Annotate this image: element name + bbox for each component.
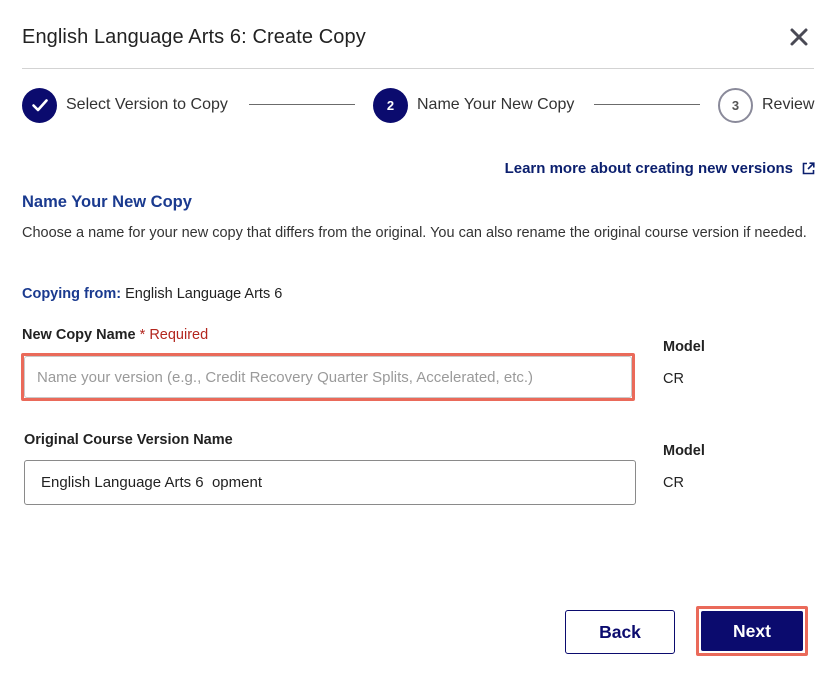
step-connector-1: [249, 104, 355, 105]
modal-header: English Language Arts 6: Create Copy: [22, 24, 814, 54]
modal-title: English Language Arts 6: Create Copy: [22, 26, 366, 48]
close-icon: [790, 28, 808, 46]
next-button-highlight: Next: [696, 606, 808, 656]
back-button[interactable]: Back: [565, 610, 675, 654]
original-version-name-label: Original Course Version Name: [24, 432, 233, 448]
step-3-label: Review: [762, 96, 815, 113]
copying-from-value: English Language Arts 6: [125, 286, 283, 302]
learn-more-link[interactable]: Learn more about creating new versions: [505, 160, 815, 177]
new-copy-model-value: CR: [663, 371, 684, 387]
new-copy-name-input[interactable]: [24, 356, 632, 398]
step-3-indicator: 3: [718, 87, 753, 123]
stepper: Select Version to Copy 2 Name Your New C…: [22, 87, 814, 123]
new-copy-name-label-text: New Copy Name: [22, 327, 136, 343]
new-copy-name-label: New Copy Name * Required: [22, 327, 208, 343]
header-divider: [22, 68, 814, 69]
next-button[interactable]: Next: [701, 611, 803, 651]
step-1-indicator: [22, 87, 57, 123]
section-title: Name Your New Copy: [22, 193, 192, 211]
check-icon: [31, 99, 48, 112]
step-select-version: Select Version to Copy: [22, 87, 228, 123]
original-version-name-wrap: [24, 460, 636, 505]
step-name-copy: 2 Name Your New Copy: [373, 87, 574, 123]
step-review: 3 Review: [718, 87, 814, 123]
original-version-name-input[interactable]: [24, 460, 636, 505]
new-copy-model-label: Model: [663, 339, 705, 355]
copying-from-label: Copying from:: [22, 286, 122, 302]
required-indicator: * Required: [139, 327, 209, 343]
step-1-label: Select Version to Copy: [66, 96, 228, 113]
section-description: Choose a name for your new copy that dif…: [22, 225, 807, 241]
copying-from: Copying from: English Language Arts 6: [22, 286, 282, 302]
step-2-indicator: 2: [373, 87, 408, 123]
original-model-value: CR: [663, 475, 684, 491]
original-model-label: Model: [663, 443, 705, 459]
create-copy-modal: English Language Arts 6: Create Copy Sel…: [0, 0, 837, 679]
step-connector-2: [594, 104, 700, 105]
learn-more-label: Learn more about creating new versions: [504, 160, 793, 177]
step-2-label: Name Your New Copy: [417, 96, 575, 113]
external-link-icon: [802, 162, 815, 175]
new-copy-name-highlight: [21, 353, 635, 401]
close-button[interactable]: [788, 26, 810, 48]
